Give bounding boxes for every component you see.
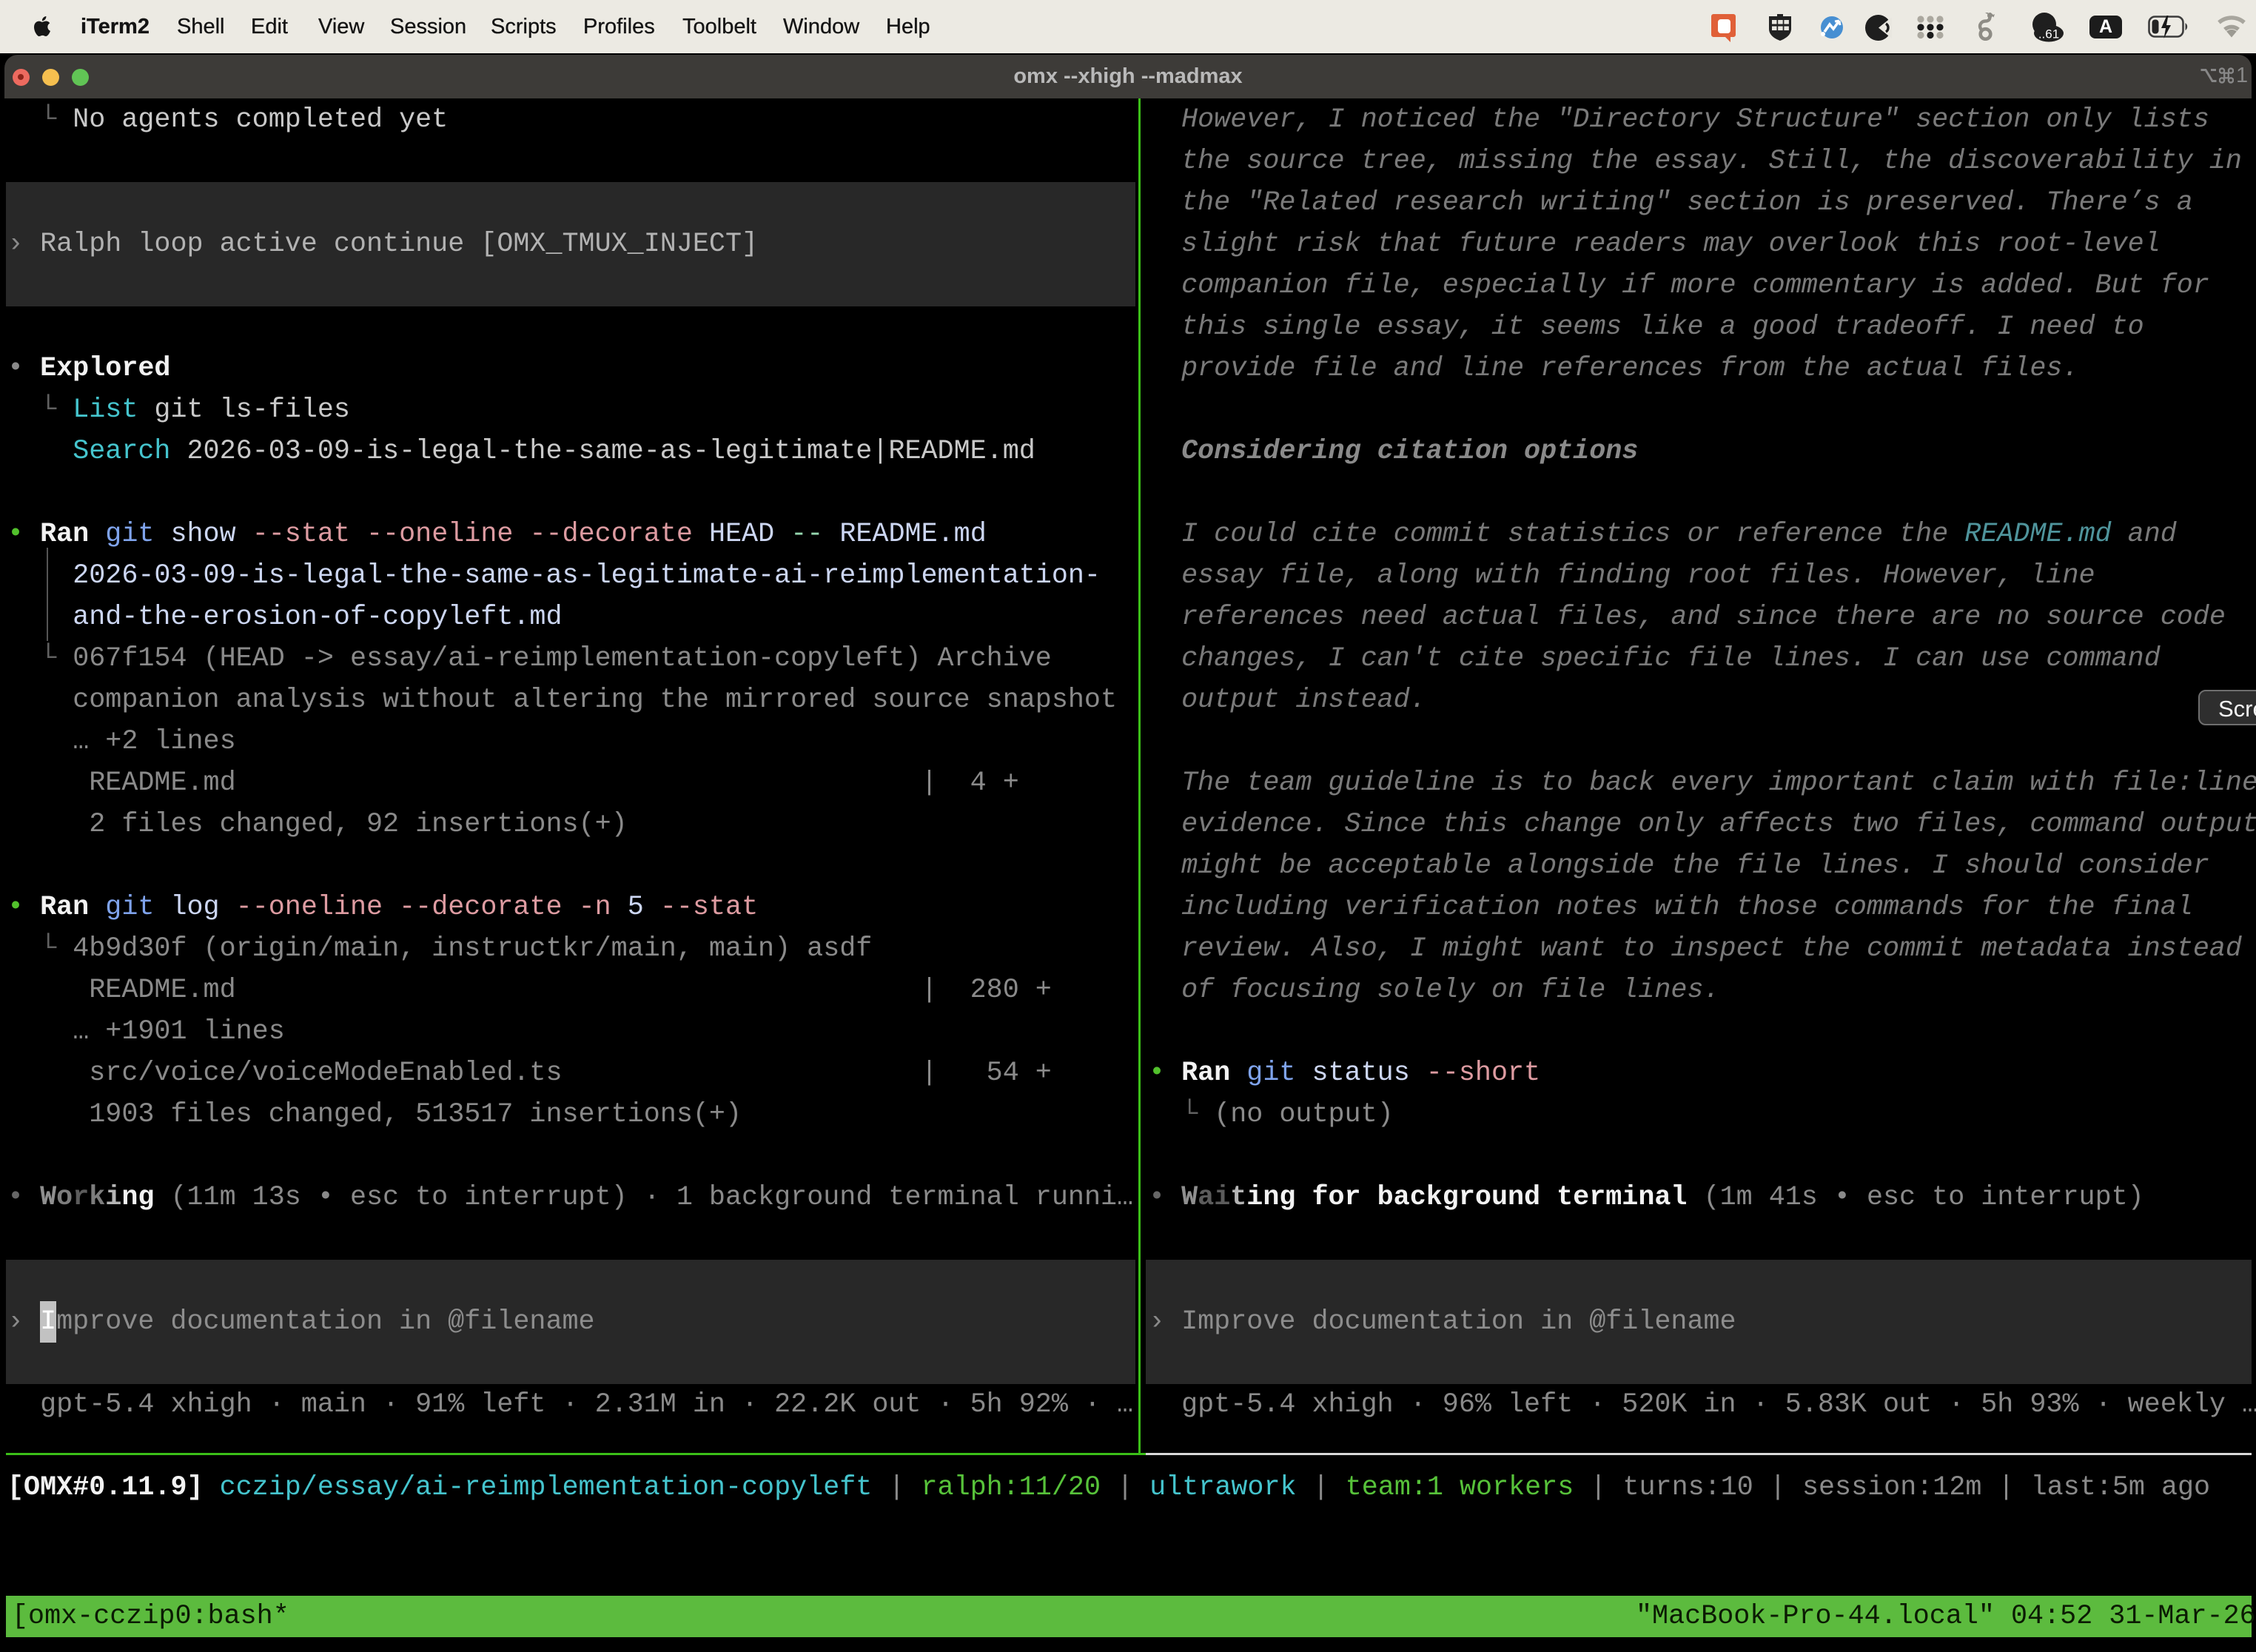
- svg-text:..61: ..61: [2038, 27, 2059, 41]
